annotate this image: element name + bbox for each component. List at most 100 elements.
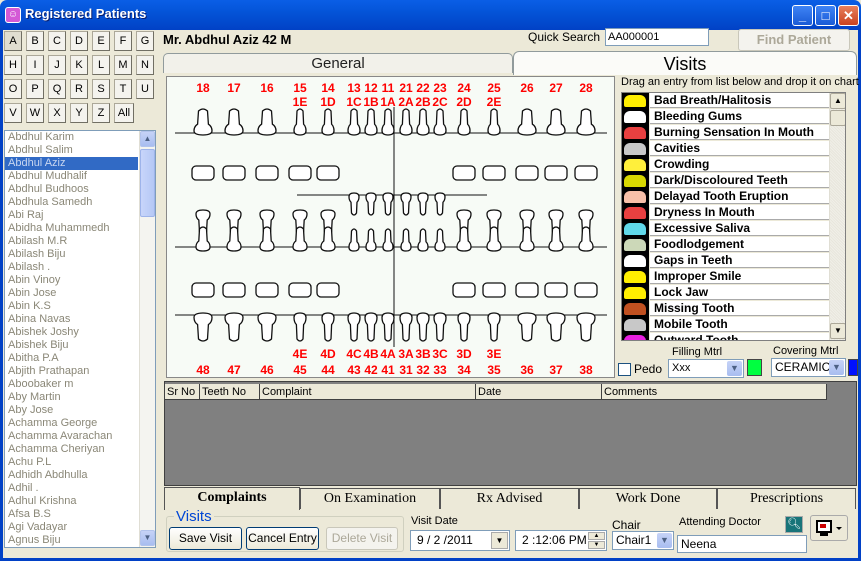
patient-list-item[interactable]: Achamma George — [5, 417, 138, 430]
patient-list-item[interactable]: Abdhul Aziz — [5, 157, 138, 170]
patient-list-item[interactable]: Achamma Cheriyan — [5, 443, 138, 456]
tooth-lower-permanent[interactable] — [321, 312, 335, 342]
chevron-down-icon[interactable]: ▼ — [657, 533, 672, 548]
patient-list-scrollbar[interactable]: ▲ ▼ — [139, 131, 155, 547]
tooth-occlusal-upper[interactable] — [222, 165, 246, 181]
letter-button-o[interactable]: O — [4, 79, 22, 99]
grid-column-header[interactable]: Teeth No — [200, 384, 260, 400]
tab-prescriptions[interactable]: Prescriptions — [717, 488, 856, 509]
complaint-item[interactable]: Dark/Discoloured Teeth — [622, 173, 830, 189]
tooth-occlusal-upper[interactable] — [482, 165, 506, 181]
cancel-entry-button[interactable]: Cancel Entry — [246, 527, 319, 550]
complaint-list[interactable]: Bad Breath/Halitosis Bleeding Gums Burning… — [621, 92, 846, 341]
close-button[interactable]: ✕ — [838, 5, 859, 26]
patient-list-item[interactable]: Abidha Muhammedh — [5, 222, 138, 235]
complaint-item[interactable]: Outward Tooth — [622, 333, 830, 340]
patient-list-item[interactable]: Abdhul Mudhalif — [5, 170, 138, 183]
find-patient-button[interactable]: Find Patient — [738, 29, 850, 51]
tooth-upper-primary[interactable] — [417, 192, 429, 216]
tooth-upper-permanent[interactable] — [293, 108, 307, 136]
tooth-lower-permanent[interactable] — [576, 312, 596, 342]
tooth-lower-primary[interactable] — [348, 228, 360, 252]
tab-general[interactable]: General — [163, 53, 513, 73]
patient-list-item[interactable]: Abin Vinoy — [5, 274, 138, 287]
tooth-occlusal-lower[interactable] — [482, 282, 506, 298]
tab-on-examination[interactable]: On Examination — [300, 488, 440, 509]
patient-list-item[interactable]: Abdhul Budhoos — [5, 183, 138, 196]
patient-list-item[interactable]: Abitha P.A — [5, 352, 138, 365]
complaint-item[interactable]: Bleeding Gums — [622, 109, 830, 125]
tooth-occlusal-lower[interactable] — [191, 282, 215, 298]
tooth-upper-permanent[interactable] — [257, 108, 277, 136]
scroll-down-button[interactable]: ▼ — [830, 323, 845, 339]
patient-list-item[interactable]: Achu P.L — [5, 456, 138, 469]
tooth-occlusal-upper[interactable] — [288, 165, 312, 181]
tooth-lower-permanent[interactable] — [433, 312, 447, 342]
letter-button-n[interactable]: N — [136, 55, 154, 75]
spin-down-icon[interactable]: ▼ — [588, 541, 605, 549]
complaint-item[interactable]: Lock Jaw — [622, 285, 830, 301]
scroll-up-button[interactable]: ▲ — [830, 93, 845, 109]
doctor-search-button[interactable]: 🔍︎ — [785, 516, 803, 533]
tooth-occlusal-lower[interactable] — [316, 282, 340, 298]
tooth-upper-primary[interactable] — [400, 192, 412, 216]
letter-button-b[interactable]: B — [26, 31, 44, 51]
tooth-occlusal-upper[interactable] — [515, 165, 539, 181]
complaint-list-scrollbar[interactable]: ▲ ▼ — [829, 93, 845, 340]
patient-list-item[interactable]: Abishek Biju — [5, 339, 138, 352]
tooth-lower-permanent[interactable] — [457, 312, 471, 342]
letter-button-p[interactable]: P — [26, 79, 44, 99]
visit-time-picker[interactable]: 2 :12:06 PM ▲ ▼ — [515, 530, 607, 551]
tooth-lower-primary-molar[interactable] — [259, 226, 275, 252]
tooth-upper-permanent[interactable] — [517, 108, 537, 136]
tooth-occlusal-upper[interactable] — [452, 165, 476, 181]
scroll-thumb[interactable] — [830, 110, 845, 126]
complaint-item[interactable]: Mobile Tooth — [622, 317, 830, 333]
checkbox-box[interactable] — [618, 363, 631, 377]
tooth-occlusal-lower[interactable] — [452, 282, 476, 298]
tooth-lower-permanent[interactable] — [347, 312, 361, 342]
tooth-lower-primary-molar[interactable] — [456, 226, 472, 252]
letter-button-u[interactable]: U — [136, 79, 154, 99]
tooth-occlusal-upper[interactable] — [255, 165, 279, 181]
save-visit-button[interactable]: Save Visit — [169, 527, 242, 550]
tooth-lower-primary[interactable] — [417, 228, 429, 252]
tooth-lower-primary[interactable] — [434, 228, 446, 252]
patient-list-item[interactable]: Adhil . — [5, 482, 138, 495]
patient-list-item[interactable]: Abina Navas — [5, 313, 138, 326]
grid-column-header[interactable]: Comments — [602, 384, 827, 400]
complaint-item[interactable]: Delayad Tooth Eruption — [622, 189, 830, 205]
patient-list-item[interactable]: Abdhul Salim — [5, 144, 138, 157]
patient-list-item[interactable]: Abilash . — [5, 261, 138, 274]
patient-list-item[interactable]: Aby Jose — [5, 404, 138, 417]
letter-button-a[interactable]: A — [4, 31, 22, 51]
tooth-lower-primary-molar[interactable] — [320, 226, 336, 252]
complaint-item[interactable]: Crowding — [622, 157, 830, 173]
tooth-lower-permanent[interactable] — [381, 312, 395, 342]
tooth-lower-permanent[interactable] — [416, 312, 430, 342]
patient-list-item[interactable]: Abilash Biju — [5, 248, 138, 261]
grid-column-header[interactable]: Sr No — [165, 384, 200, 400]
complaint-item[interactable]: Gaps in Teeth — [622, 253, 830, 269]
tooth-lower-permanent[interactable] — [293, 312, 307, 342]
tooth-lower-primary-molar[interactable] — [486, 226, 502, 252]
letter-button-e[interactable]: E — [92, 31, 110, 51]
grid-column-header[interactable]: Date — [476, 384, 602, 400]
minimize-button[interactable]: _ — [792, 5, 813, 26]
tooth-upper-primary[interactable] — [382, 192, 394, 216]
patient-list-item[interactable]: Abdhula Samedh — [5, 196, 138, 209]
tooth-lower-permanent[interactable] — [364, 312, 378, 342]
tooth-upper-permanent[interactable] — [321, 108, 335, 136]
patient-list-item[interactable]: Afsa B.S — [5, 508, 138, 521]
tab-work-done[interactable]: Work Done — [579, 488, 717, 509]
tooth-lower-primary-molar[interactable] — [519, 226, 535, 252]
patient-list-item[interactable]: Abjith Prathapan — [5, 365, 138, 378]
tooth-occlusal-upper[interactable] — [574, 165, 598, 181]
tab-complaints[interactable]: Complaints — [164, 487, 300, 510]
tooth-occlusal-upper[interactable] — [191, 165, 215, 181]
letter-button-all[interactable]: All — [114, 103, 134, 123]
tooth-occlusal-upper[interactable] — [544, 165, 568, 181]
attending-doctor-input[interactable]: Neena — [677, 535, 807, 553]
patient-list-item[interactable]: Abilash M.R — [5, 235, 138, 248]
visit-date-picker[interactable]: 9 / 2 /2011 ▼ — [410, 530, 510, 551]
